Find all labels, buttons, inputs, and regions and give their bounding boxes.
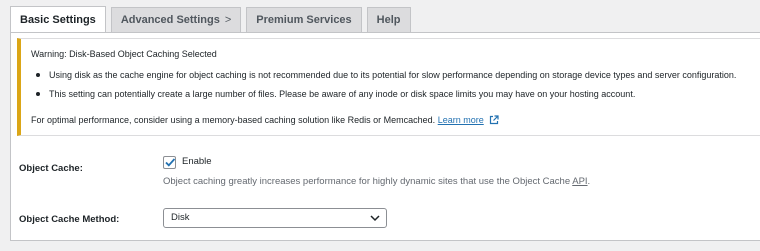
description-end: . (587, 176, 591, 187)
tab-advanced-settings[interactable]: Advanced Settings > (110, 7, 242, 32)
external-link-icon[interactable] (489, 115, 499, 127)
notice-footer-text: For optimal performance, consider using … (31, 115, 436, 125)
notice-title: Warning: Disk-Based Object Caching Selec… (31, 49, 217, 59)
checkmark-icon (165, 158, 176, 167)
tab-label: Basic Settings (20, 14, 96, 26)
tab-label: Help (376, 14, 401, 26)
enable-label[interactable]: Enable (182, 156, 212, 167)
select-value: Disk (171, 212, 190, 223)
settings-tabs: Basic Settings Advanced Settings > Premiu… (10, 6, 416, 33)
list-item: Using disk as the cache engine for objec… (35, 67, 736, 86)
tab-help[interactable]: Help (366, 7, 411, 32)
object-cache-method-label: Object Cache Method: (19, 214, 120, 225)
description-text: Object caching greatly increases perform… (163, 176, 573, 187)
tab-label: Premium Services (256, 14, 352, 26)
object-cache-label: Object Cache: (19, 163, 83, 174)
chevron-down-icon (370, 215, 380, 222)
object-cache-description: Object caching greatly increases perform… (163, 176, 590, 187)
tab-label: Advanced Settings (120, 14, 220, 26)
object-cache-method-select[interactable]: Disk (163, 208, 387, 228)
chevron-right-icon: > (224, 14, 232, 26)
notice-footer: For optimal performance, consider using … (31, 115, 499, 127)
tab-premium-services[interactable]: Premium Services (246, 7, 362, 32)
settings-panel: Warning: Disk-Based Object Caching Selec… (10, 32, 760, 241)
warning-notice: Warning: Disk-Based Object Caching Selec… (17, 38, 760, 136)
notice-list: Using disk as the cache engine for objec… (31, 67, 736, 105)
object-cache-enable-checkbox[interactable] (163, 156, 176, 169)
api-abbr: API (572, 176, 588, 187)
learn-more-link[interactable]: Learn more (438, 115, 484, 125)
tab-basic-settings[interactable]: Basic Settings (10, 6, 106, 33)
list-item: This setting can potentially create a la… (35, 86, 736, 105)
